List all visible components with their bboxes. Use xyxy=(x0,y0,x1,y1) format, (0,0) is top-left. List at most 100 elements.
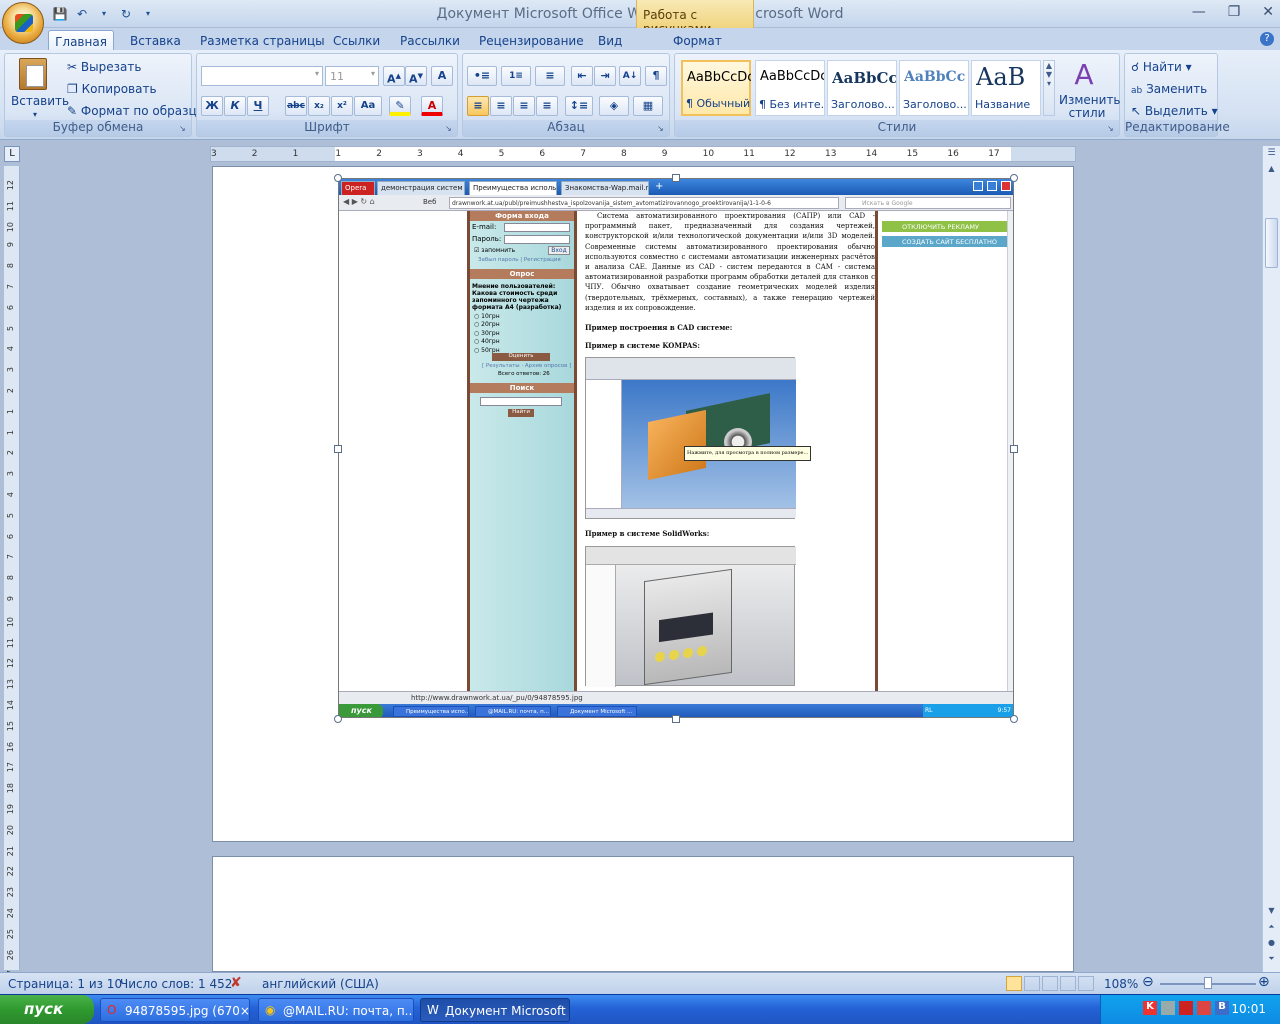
paste-dropdown-icon[interactable]: ▾ xyxy=(33,110,37,119)
zoom-out-icon[interactable]: ⊖ xyxy=(1142,974,1154,990)
multilevel-list-button[interactable]: ≡ xyxy=(535,66,565,86)
paragraph-launcher-icon[interactable]: ↘ xyxy=(657,124,667,134)
clipboard-launcher-icon[interactable]: ↘ xyxy=(179,124,189,134)
word-count[interactable]: Число слов: 1 452 xyxy=(120,977,232,991)
vertical-ruler[interactable]: 12 11 10 9 8 7 6 5 4 3 2 1 1 2 3 4 5 6 7 8 9 10 11 12 13 14 15 16 17… xyxy=(4,166,20,981)
superscript-button[interactable]: x² xyxy=(331,96,353,116)
resize-handle[interactable] xyxy=(334,445,342,453)
zoom-in-icon[interactable]: ⊕ xyxy=(1258,974,1270,990)
borders-button[interactable]: ▦ xyxy=(633,96,663,116)
nav-arrows-icon[interactable]: ◀ ▶ ↻ ⌂ xyxy=(343,197,375,206)
customize-qat-icon[interactable]: ▾ xyxy=(140,6,156,22)
strikethrough-button[interactable]: abc xyxy=(285,96,307,116)
task-button[interactable]: ◉ @MAIL.RU: почта, п... xyxy=(258,998,414,1022)
bullets-button[interactable]: •≡ xyxy=(467,66,497,86)
decrease-indent-button[interactable]: ⇤ xyxy=(571,66,593,86)
task-button-active[interactable]: W Документ Microsoft ... xyxy=(420,998,570,1022)
tab-mailings[interactable]: Рассылки xyxy=(400,30,460,52)
browse-object-icon[interactable]: ● xyxy=(1264,938,1279,952)
resize-handle[interactable] xyxy=(334,715,342,723)
shading-button[interactable]: ◈ xyxy=(599,96,629,116)
resize-handle[interactable] xyxy=(1010,715,1018,723)
tab-references[interactable]: Ссылки xyxy=(333,30,380,52)
poll-option[interactable]: ○ 10грн xyxy=(474,313,500,321)
tab-insert[interactable]: Вставка xyxy=(130,30,181,52)
remember-checkbox[interactable]: ☑ запомнить xyxy=(474,247,515,254)
poll-submit-button[interactable]: Оценить xyxy=(492,353,550,361)
change-case-button[interactable]: Aa xyxy=(354,96,382,116)
align-right-button[interactable]: ≡ xyxy=(513,96,535,116)
numbering-button[interactable]: 1≡ xyxy=(501,66,531,86)
new-tab-icon[interactable]: + xyxy=(655,181,663,192)
align-center-button[interactable]: ≡ xyxy=(490,96,512,116)
close-icon[interactable]: ✕ xyxy=(1262,4,1274,20)
solidworks-screenshot[interactable] xyxy=(585,545,796,687)
undo-icon[interactable]: ↶ xyxy=(74,6,90,22)
paste-button[interactable]: Вставить xyxy=(11,94,69,108)
poll-option[interactable]: ○ 30грн xyxy=(474,330,500,338)
browser-tab[interactable]: демонстрация систем а... xyxy=(377,181,465,195)
scroll-thumb[interactable] xyxy=(1265,218,1278,268)
url-field[interactable]: drawnwork.at.ua/publ/preimushhestva_ispo… xyxy=(449,197,839,209)
shrink-font-button[interactable]: A▼ xyxy=(405,66,427,86)
help-icon[interactable]: ? xyxy=(1260,32,1274,46)
font-size-combo[interactable]: 11 ▾ xyxy=(325,66,379,86)
resize-handle[interactable] xyxy=(334,174,342,182)
prev-page-icon[interactable]: ⏶ xyxy=(1264,922,1279,936)
network-icon[interactable] xyxy=(1161,1001,1175,1015)
cut-button[interactable]: ✂ Вырезать xyxy=(67,60,141,74)
resize-handle[interactable] xyxy=(672,174,680,182)
site-search-button[interactable]: Найти xyxy=(508,409,534,417)
resize-handle[interactable] xyxy=(1010,174,1018,182)
tab-home[interactable]: Главная xyxy=(48,30,114,52)
proofing-icon[interactable]: ✘ xyxy=(230,975,242,991)
draft-view-icon[interactable] xyxy=(1078,976,1094,991)
start-button[interactable]: пуск xyxy=(0,995,94,1024)
kaspersky-icon[interactable]: K xyxy=(1143,1001,1157,1015)
poll-option[interactable]: ○ 40грн xyxy=(474,338,500,346)
increase-indent-button[interactable]: ⇥ xyxy=(594,66,616,86)
maximize-icon[interactable] xyxy=(987,181,997,191)
view-ruler-icon[interactable]: ☰ xyxy=(1264,148,1279,162)
browser-tab[interactable]: Opera xyxy=(341,181,375,195)
close-icon[interactable] xyxy=(1001,181,1011,191)
font-color-button[interactable]: A xyxy=(421,96,443,116)
replace-button[interactable]: ab Заменить xyxy=(1131,82,1207,96)
kompas-screenshot[interactable]: Нажмите, для просмотра в полном размере.… xyxy=(585,357,812,520)
highlight-button[interactable]: ✎ xyxy=(389,96,411,116)
tab-format[interactable]: Формат xyxy=(673,30,722,52)
vertical-scrollbar[interactable]: ☰ ▲ ▼ ⏶ ● ⏷ xyxy=(1262,146,1280,972)
ad-create-site-button[interactable]: СОЗДАТЬ САЙТ БЕСПЛАТНО xyxy=(882,236,1010,247)
style-tile-heading2[interactable]: AaBbCc Заголово... xyxy=(899,60,969,116)
password-input[interactable] xyxy=(504,235,570,244)
inner-task[interactable]: Преимущества испо... xyxy=(393,706,469,717)
redo-icon[interactable]: ↻ xyxy=(118,6,134,22)
vk-icon[interactable]: B xyxy=(1215,1001,1229,1015)
style-tile-heading1[interactable]: AaBbCc Заголово... xyxy=(827,60,897,116)
line-spacing-button[interactable]: ↕≡ xyxy=(565,96,593,116)
style-tile-normal[interactable]: AaBbCcDc ¶ Обычный xyxy=(681,60,751,116)
paste-icon[interactable] xyxy=(19,58,47,90)
browser-search-field[interactable]: Искать в Google xyxy=(845,197,1011,209)
app-tray-icon[interactable] xyxy=(1179,1001,1193,1015)
inner-task[interactable]: @MAIL.RU: почта, п... xyxy=(475,706,551,717)
format-painter-button[interactable]: ✎ Формат по образцу xyxy=(67,104,204,118)
align-left-button[interactable]: ≡ xyxy=(467,96,489,116)
browser-tab-active[interactable]: Преимущества использ... xyxy=(469,181,557,195)
ruler-tab-selector[interactable]: L xyxy=(4,146,20,162)
font-name-combo[interactable]: ▾ xyxy=(201,66,323,86)
zoom-level[interactable]: 108% xyxy=(1104,977,1138,991)
page-count[interactable]: Страница: 1 из 10 xyxy=(8,977,122,991)
italic-button[interactable]: К xyxy=(224,96,246,116)
tab-page-layout[interactable]: Разметка страницы xyxy=(200,30,325,52)
email-input[interactable] xyxy=(504,223,570,232)
sort-button[interactable]: A↓ xyxy=(619,66,641,86)
inserted-picture[interactable]: Opera демонстрация систем а... Преимущес… xyxy=(338,178,1014,718)
browser-tab[interactable]: Знакомства-Wap.mail.ru xyxy=(561,181,649,195)
horizontal-ruler[interactable]: 3 2 1 1 2 3 4 5 6 7 8 9 10 11 12 13 14 15 16 17 xyxy=(210,146,1076,162)
tab-view[interactable]: Вид xyxy=(598,30,622,52)
document-page[interactable] xyxy=(212,856,1074,972)
full-screen-view-icon[interactable] xyxy=(1024,976,1040,991)
style-tile-title[interactable]: AaB Название xyxy=(971,60,1041,116)
poll-links[interactable]: [ Результаты · Архив опросов ] xyxy=(482,363,571,369)
